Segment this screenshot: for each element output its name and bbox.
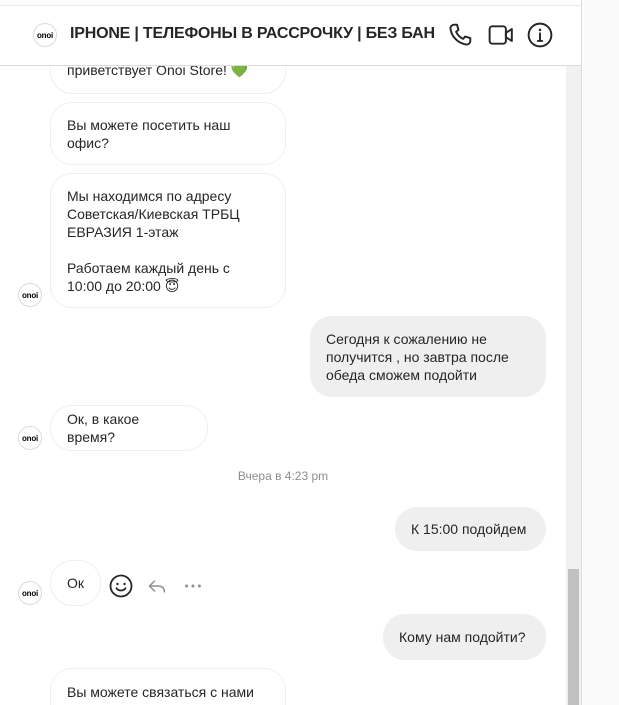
more-icon[interactable] bbox=[180, 573, 206, 599]
message-text: Вы можете связаться с нами bbox=[67, 684, 254, 700]
incoming-message[interactable]: Ок, в какое время? bbox=[50, 405, 208, 451]
message-text: приветствует Onoi Store! 💚 bbox=[67, 66, 249, 78]
phone-icon[interactable] bbox=[447, 22, 473, 48]
header-avatar[interactable]: onoi bbox=[33, 23, 57, 47]
chat-header: onoi IPHONE | ТЕЛЕФОНЫ В РАССРОЧКУ | БЕЗ… bbox=[0, 6, 581, 66]
smiley-icon[interactable] bbox=[108, 573, 134, 599]
top-gap bbox=[0, 0, 581, 6]
message-text: К 15:00 подойдем bbox=[411, 521, 527, 537]
incoming-message[interactable]: Мы находимся по адресу Советская/Киевска… bbox=[50, 173, 286, 308]
message-text: Ок, в какое время? bbox=[67, 411, 140, 445]
info-icon[interactable] bbox=[527, 22, 553, 48]
message-text: Вы можете посетить наш офис? bbox=[67, 116, 231, 151]
incoming-message[interactable]: Вы можете связаться с нами bbox=[50, 668, 286, 705]
reply-icon[interactable] bbox=[144, 573, 170, 599]
message-timestamp: Вчера в 4:23 pm bbox=[237, 469, 329, 483]
sender-avatar[interactable]: onoi bbox=[18, 581, 42, 605]
message-text: Кому нам подойти? bbox=[399, 629, 526, 645]
sender-avatar[interactable]: onoi bbox=[18, 426, 42, 450]
message-text: Ок bbox=[67, 575, 85, 591]
video-camera-icon[interactable] bbox=[488, 22, 514, 48]
message-thread[interactable]: приветствует Onoi Store! 💚 Вы можете пос… bbox=[0, 66, 566, 705]
outgoing-message[interactable]: Кому нам подойти? bbox=[383, 614, 546, 660]
scrollbar-thumb[interactable] bbox=[568, 569, 579, 705]
outgoing-message[interactable]: К 15:00 подойдем bbox=[395, 507, 546, 551]
incoming-message[interactable]: приветствует Onoi Store! 💚 bbox=[50, 66, 286, 94]
incoming-message[interactable]: Вы можете посетить наш офис? bbox=[50, 102, 286, 165]
chat-title[interactable]: IPHONE | ТЕЛЕФОНЫ В РАССРОЧКУ | БЕЗ БАНК… bbox=[70, 25, 434, 43]
chat-window: onoi IPHONE | ТЕЛЕФОНЫ В РАССРОЧКУ | БЕЗ… bbox=[0, 0, 582, 705]
outgoing-message[interactable]: Сегодня к сожалению не получится , но за… bbox=[310, 316, 546, 397]
incoming-message[interactable]: Ок bbox=[50, 560, 101, 606]
message-text: Сегодня к сожалению не получится , но за… bbox=[326, 330, 509, 383]
scrollbar[interactable] bbox=[566, 66, 581, 705]
sender-avatar[interactable]: onoi bbox=[18, 283, 42, 307]
background-panel bbox=[583, 0, 619, 705]
message-text: Мы находимся по адресу Советская/Киевска… bbox=[67, 187, 240, 294]
